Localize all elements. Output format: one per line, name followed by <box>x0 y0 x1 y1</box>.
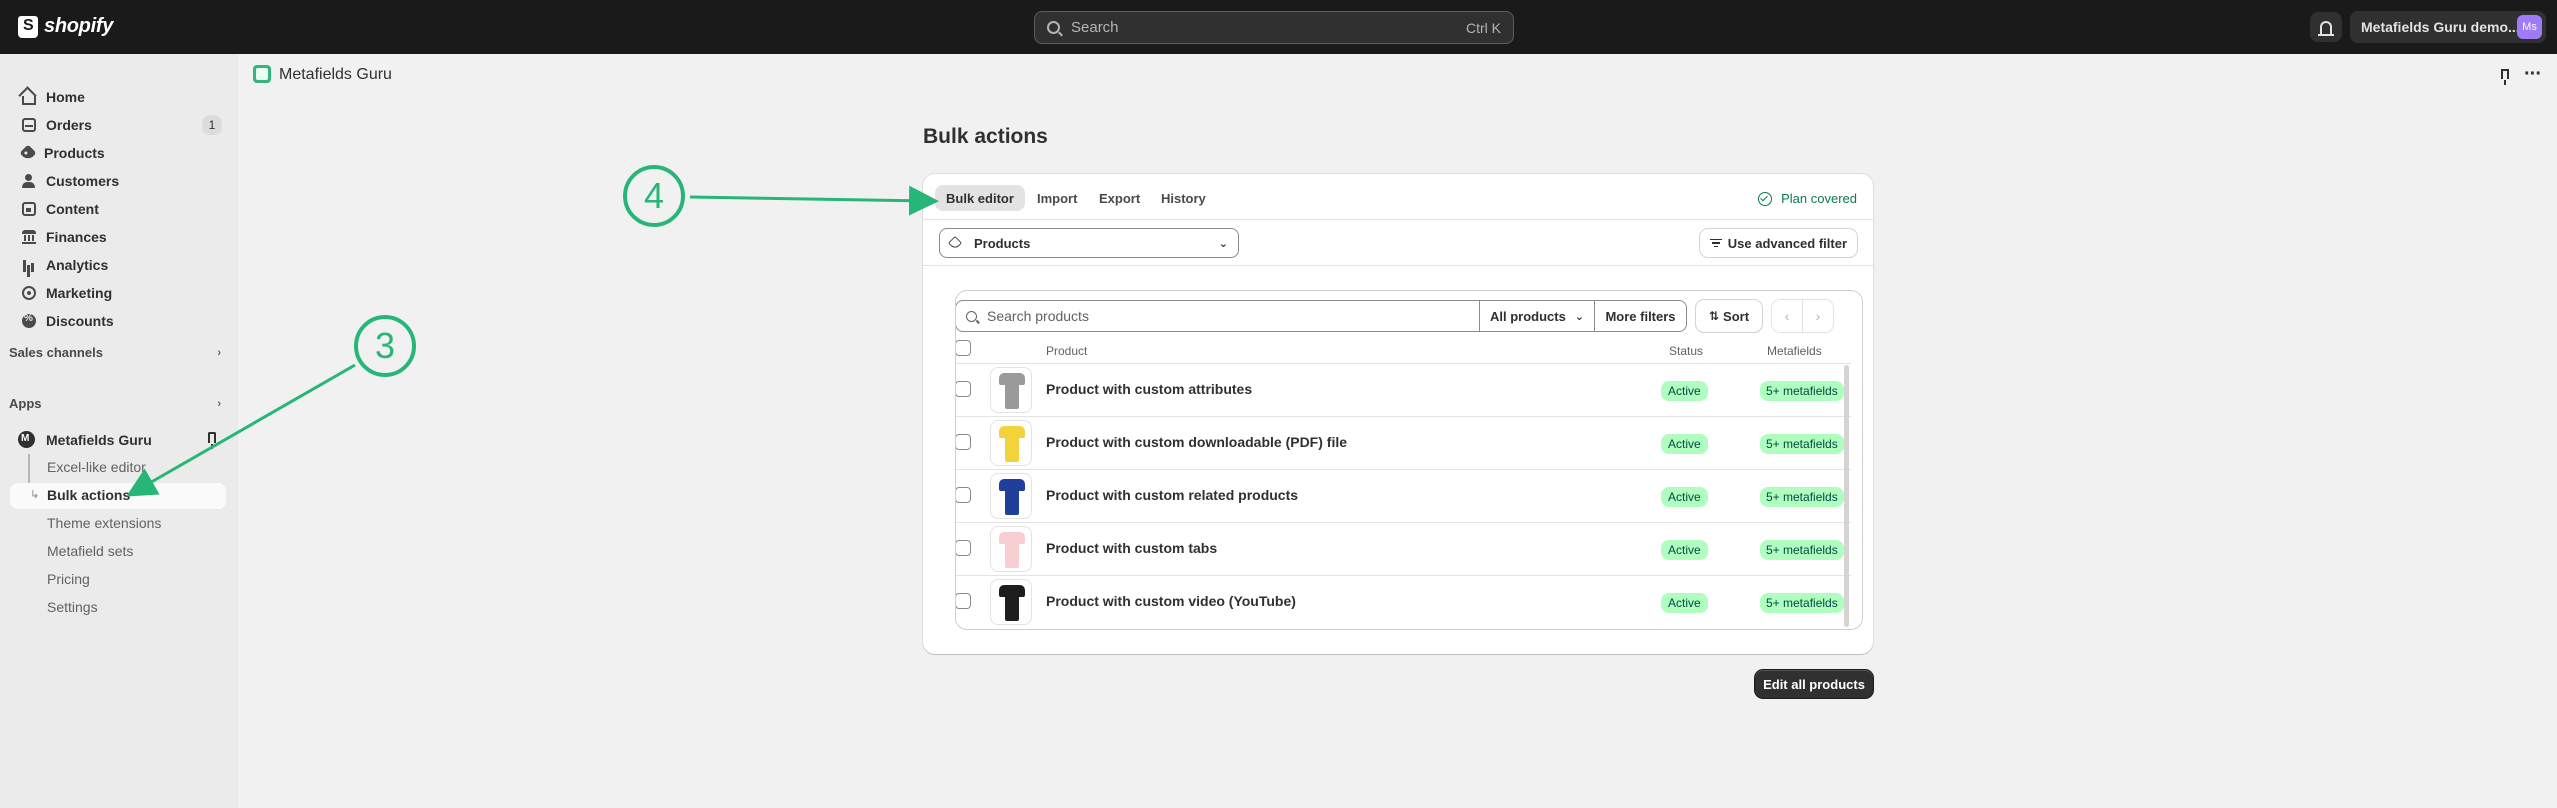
step-4-marker: 4 <box>623 165 685 227</box>
annotation-arrows <box>126 185 939 497</box>
arrow-to-bulk-editor-tab <box>689 185 939 216</box>
arrow-to-bulk-actions <box>126 363 356 497</box>
step-3-marker: 3 <box>354 315 416 377</box>
